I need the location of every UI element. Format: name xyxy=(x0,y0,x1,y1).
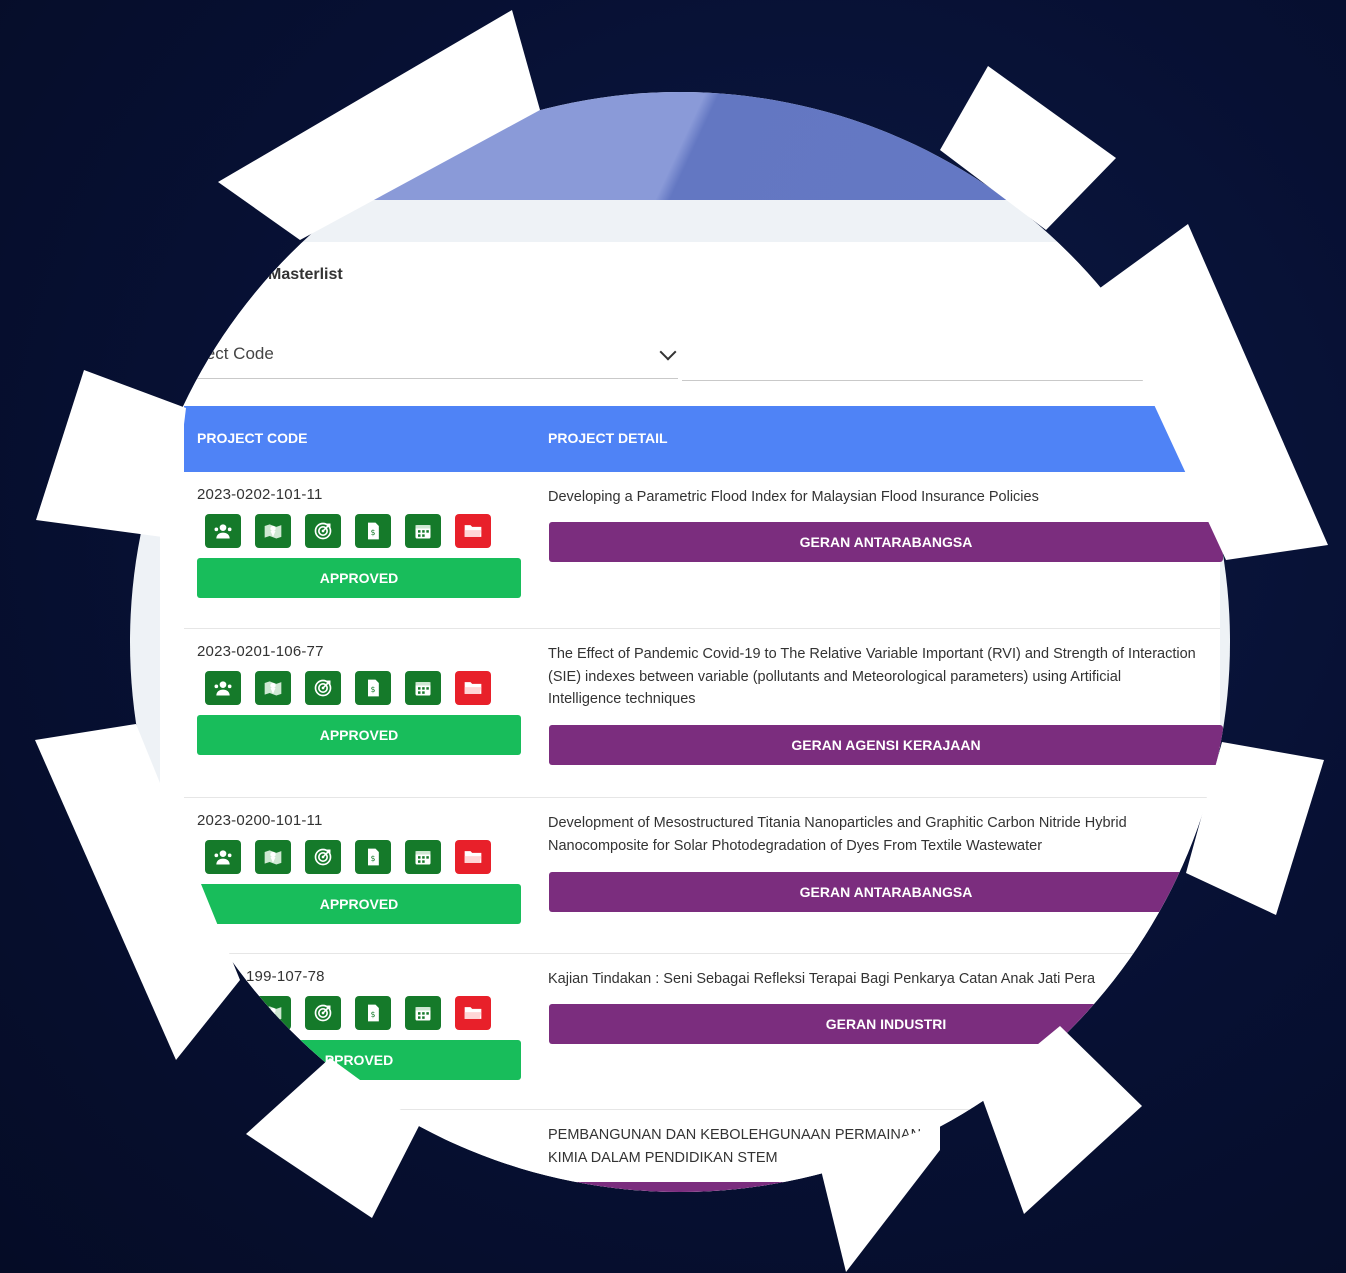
members-icon[interactable] xyxy=(205,671,241,705)
location-icon[interactable] xyxy=(255,671,291,705)
grant-type-badge[interactable]: GERAN INDUSTRI xyxy=(549,1004,1223,1044)
sub-header-bar xyxy=(130,200,1230,242)
budget-document-icon[interactable] xyxy=(355,514,391,548)
members-icon[interactable] xyxy=(205,840,241,874)
calendar-icon[interactable] xyxy=(405,514,441,548)
project-detail: Developing a Parametric Flood Index for … xyxy=(548,489,1039,505)
row-actions xyxy=(205,996,491,1030)
status-button[interactable]: APPROVED xyxy=(197,715,521,755)
masterlist-card: roject Masterlist ject Code PROJECT CODE… xyxy=(160,242,1223,1192)
promo-graphic: ASTERLIST roject Masterlist ject Code PR… xyxy=(0,0,1346,1273)
target-icon[interactable] xyxy=(305,996,341,1030)
project-detail: Development of Mesostructured Titania Na… xyxy=(548,815,1127,854)
members-icon[interactable] xyxy=(205,996,241,1030)
folder-icon[interactable] xyxy=(455,514,491,548)
row-actions xyxy=(205,840,491,874)
card-title: roject Masterlist xyxy=(220,266,343,283)
budget-document-icon[interactable] xyxy=(355,840,391,874)
project-detail: PEMBANGUNAN DAN KEBOLEHGUNAAN PERMAINAN … xyxy=(548,1127,922,1166)
grant-type-badge[interactable]: GERAN ANTARABANGSA xyxy=(549,522,1223,562)
table-row: 2023-0200-101-11 APPROVED Development of… xyxy=(184,798,1223,954)
project-code: 2023-0202-101-11 xyxy=(197,486,323,503)
filter-field-select[interactable]: ject Code xyxy=(190,330,678,379)
project-detail: Kajian Tindakan : Seni Sebagai Refleksi … xyxy=(548,971,1096,987)
column-header-project-detail[interactable]: PROJECT DETAIL xyxy=(548,430,668,446)
project-code: 2023-0200-101-11 xyxy=(197,812,323,829)
app-screen: ASTERLIST roject Masterlist ject Code PR… xyxy=(130,92,1230,1192)
screenshot-circle-frame: ASTERLIST roject Masterlist ject Code PR… xyxy=(130,92,1230,1192)
row-actions xyxy=(205,514,491,548)
page-title: ASTERLIST xyxy=(300,124,427,149)
table-row: PEMBANGUNAN DAN KEBOLEHGUNAAN PERMAINAN … xyxy=(184,1110,1223,1192)
calendar-icon[interactable] xyxy=(405,996,441,1030)
table-header: PROJECT CODE PROJECT DETAIL xyxy=(184,406,1220,472)
folder-icon[interactable] xyxy=(455,671,491,705)
grant-type-badge[interactable] xyxy=(549,1182,1223,1192)
table-row: 2023-0202-101-11 APPROVED Developing a P… xyxy=(184,472,1223,629)
grant-type-badge[interactable]: GERAN AGENSI KERAJAAN xyxy=(549,725,1223,765)
budget-document-icon[interactable] xyxy=(355,996,391,1030)
status-button[interactable]: APPROVED xyxy=(197,558,521,598)
calendar-icon[interactable] xyxy=(405,671,441,705)
budget-document-icon[interactable] xyxy=(355,671,391,705)
chevron-down-icon xyxy=(659,343,677,361)
column-header-project-code[interactable]: PROJECT CODE xyxy=(197,430,307,446)
folder-icon[interactable] xyxy=(455,996,491,1030)
filter-row: ject Code xyxy=(190,330,1170,382)
target-icon[interactable] xyxy=(305,671,341,705)
page-header: ASTERLIST xyxy=(130,92,1230,200)
target-icon[interactable] xyxy=(305,840,341,874)
search-input[interactable] xyxy=(682,330,1170,381)
members-icon[interactable] xyxy=(205,514,241,548)
calendar-icon[interactable] xyxy=(405,840,441,874)
status-button[interactable]: PPROVED xyxy=(197,1040,521,1080)
table-row: 2023-0201-106-77 APPROVED The Effect of … xyxy=(184,629,1223,798)
filter-select-value: ject Code xyxy=(202,344,274,363)
project-detail: The Effect of Pandemic Covid-19 to The R… xyxy=(548,646,1196,707)
status-button[interactable]: APPROVED xyxy=(197,884,521,924)
location-icon[interactable] xyxy=(255,840,291,874)
location-icon[interactable] xyxy=(255,996,291,1030)
project-code: 199-107-78 xyxy=(246,968,325,985)
folder-icon[interactable] xyxy=(455,840,491,874)
table-row: 199-107-78 PPROVED Kajian Tindakan : Sen… xyxy=(184,954,1223,1110)
row-actions xyxy=(205,671,491,705)
grant-type-badge[interactable]: GERAN ANTARABANGSA xyxy=(549,872,1223,912)
target-icon[interactable] xyxy=(305,514,341,548)
location-icon[interactable] xyxy=(255,514,291,548)
project-code: 2023-0201-106-77 xyxy=(197,643,324,660)
